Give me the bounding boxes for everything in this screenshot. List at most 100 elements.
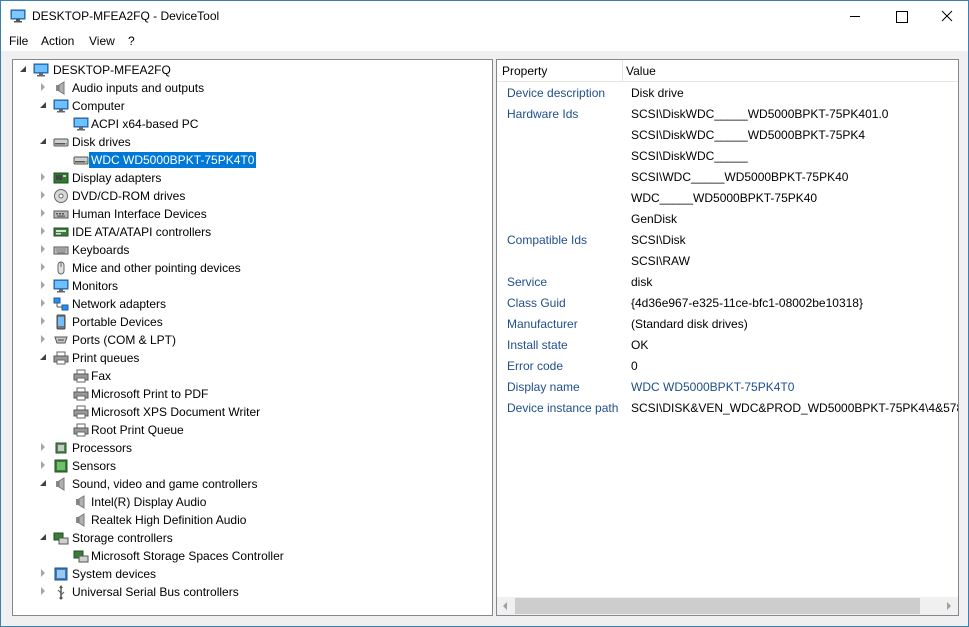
tree-node[interactable]: Microsoft Storage Spaces Controller	[13, 547, 492, 565]
property-row[interactable]: Error code 0	[497, 356, 958, 377]
tree-node[interactable]: Storage controllers	[13, 529, 492, 547]
tree-node[interactable]: Portable Devices	[13, 313, 492, 331]
tree-node[interactable]: Processors	[13, 439, 492, 457]
tree-node-label: Ports (COM & LPT)	[72, 333, 177, 347]
property-row[interactable]: SCSI\DiskWDC_____WD5000BPKT-75PK4	[497, 125, 958, 146]
printer-icon	[73, 404, 89, 420]
tree-node[interactable]: Disk drives	[13, 133, 492, 151]
scroll-left-arrow[interactable]	[497, 597, 514, 615]
property-row[interactable]: Display name WDC WD5000BPKT-75PK4T0	[497, 377, 958, 398]
expand-arrow-icon[interactable]	[39, 83, 48, 92]
tree-node[interactable]: Computer	[13, 97, 492, 115]
column-separator[interactable]	[622, 60, 623, 82]
expand-arrow-icon[interactable]	[39, 209, 48, 218]
property-row[interactable]: GenDisk	[497, 209, 958, 230]
tree-node[interactable]: Keyboards	[13, 241, 492, 259]
close-button[interactable]	[924, 1, 968, 31]
tree-node[interactable]: System devices	[13, 565, 492, 583]
collapse-arrow-icon[interactable]	[39, 137, 48, 146]
column-header-value[interactable]: Value	[626, 64, 656, 78]
system-device-icon	[53, 566, 69, 582]
device-tree[interactable]: DESKTOP-MFEA2FQ Audio inputs and outputs C…	[12, 59, 493, 616]
expand-arrow-icon[interactable]	[39, 335, 48, 344]
horizontal-scrollbar[interactable]	[497, 597, 958, 615]
tree-node[interactable]: Network adapters	[13, 295, 492, 313]
expand-arrow-icon[interactable]	[39, 173, 48, 182]
tree-node[interactable]: Ports (COM & LPT)	[13, 331, 492, 349]
tree-node[interactable]: Print queues	[13, 349, 492, 367]
collapse-arrow-icon[interactable]	[39, 533, 48, 542]
collapse-arrow-icon[interactable]	[39, 353, 48, 362]
property-row[interactable]: SCSI\RAW	[497, 251, 958, 272]
property-row[interactable]: SCSI\DiskWDC_____	[497, 146, 958, 167]
expand-arrow-icon[interactable]	[39, 263, 48, 272]
tree-node[interactable]: Fax	[13, 367, 492, 385]
hid-icon	[53, 206, 69, 222]
expand-arrow-icon[interactable]	[39, 227, 48, 236]
property-value: SCSI\WDC_____WD5000BPKT-75PK40	[631, 170, 849, 184]
printer-icon	[73, 368, 89, 384]
property-value: WDC WD5000BPKT-75PK4T0	[631, 380, 795, 394]
tree-node-label: Portable Devices	[72, 315, 163, 329]
expand-arrow-icon[interactable]	[39, 461, 48, 470]
expand-arrow-icon[interactable]	[39, 317, 48, 326]
scrollbar-thumb[interactable]	[515, 598, 920, 614]
tree-node[interactable]: DESKTOP-MFEA2FQ	[13, 61, 492, 79]
property-row[interactable]: Device instance path SCSI\DISK&VEN_WDC&PR…	[497, 398, 958, 419]
tree-node[interactable]: IDE ATA/ATAPI controllers	[13, 223, 492, 241]
tree-node[interactable]: ACPI x64-based PC	[13, 115, 492, 133]
property-row[interactable]: Device description Disk drive	[497, 83, 958, 104]
tree-node-label: Mice and other pointing devices	[72, 261, 241, 275]
tree-node[interactable]: Human Interface Devices	[13, 205, 492, 223]
expand-arrow-icon[interactable]	[39, 299, 48, 308]
maximize-button[interactable]	[878, 1, 924, 31]
scroll-right-arrow[interactable]	[941, 597, 958, 615]
property-row[interactable]: Manufacturer (Standard disk drives)	[497, 314, 958, 335]
collapse-arrow-icon[interactable]	[39, 101, 48, 110]
tree-node[interactable]: Audio inputs and outputs	[13, 79, 492, 97]
menu-view[interactable]: View	[89, 34, 115, 48]
property-row[interactable]: Class Guid {4d36e967-e325-11ce-bfc1-08002…	[497, 293, 958, 314]
collapse-arrow-icon[interactable]	[39, 479, 48, 488]
property-list[interactable]: Property Value Device description Disk dr…	[496, 59, 959, 616]
property-row[interactable]: Service disk	[497, 272, 958, 293]
menu-file[interactable]: File	[9, 34, 28, 48]
tree-node[interactable]: Sensors	[13, 457, 492, 475]
title-bar[interactable]: DESKTOP-MFEA2FQ - DeviceTool	[1, 1, 968, 31]
expand-arrow-icon[interactable]	[39, 281, 48, 290]
expand-arrow-icon[interactable]	[39, 245, 48, 254]
collapse-arrow-icon[interactable]	[19, 65, 28, 74]
property-row[interactable]: Compatible Ids SCSI\Disk	[497, 230, 958, 251]
tree-node[interactable]: Monitors	[13, 277, 492, 295]
expand-arrow-icon[interactable]	[39, 587, 48, 596]
column-header-property[interactable]: Property	[502, 64, 547, 78]
tree-node-label: Monitors	[72, 279, 119, 293]
tree-node[interactable]: Microsoft Print to PDF	[13, 385, 492, 403]
tree-node[interactable]: Realtek High Definition Audio	[13, 511, 492, 529]
tree-node[interactable]: Intel(R) Display Audio	[13, 493, 492, 511]
display-adapter-icon	[53, 170, 69, 186]
property-row[interactable]: WDC_____WD5000BPKT-75PK40	[497, 188, 958, 209]
minimize-button[interactable]	[832, 1, 878, 31]
tree-node[interactable]: Mice and other pointing devices	[13, 259, 492, 277]
tree-node[interactable]: Sound, video and game controllers	[13, 475, 492, 493]
menu-help[interactable]: ?	[128, 34, 135, 48]
tree-node[interactable]: Root Print Queue	[13, 421, 492, 439]
tree-node[interactable]: WDC WD5000BPKT-75PK4T0	[13, 151, 492, 169]
tree-node-label: Keyboards	[72, 243, 130, 257]
property-value: SCSI\DiskWDC_____WD5000BPKT-75PK401.0	[631, 107, 889, 121]
property-row[interactable]: Install state OK	[497, 335, 958, 356]
expand-arrow-icon[interactable]	[39, 443, 48, 452]
property-row[interactable]: Hardware Ids SCSI\DiskWDC_____WD5000BPKT-…	[497, 104, 958, 125]
tree-node[interactable]: DVD/CD-ROM drives	[13, 187, 492, 205]
usb-icon	[53, 584, 69, 600]
expand-arrow-icon[interactable]	[39, 569, 48, 578]
expand-arrow-icon[interactable]	[39, 191, 48, 200]
tree-node-label: Network adapters	[72, 297, 167, 311]
tree-node-label: Realtek High Definition Audio	[91, 513, 247, 527]
menu-action[interactable]: Action	[41, 34, 74, 48]
tree-node[interactable]: Microsoft XPS Document Writer	[13, 403, 492, 421]
property-row[interactable]: SCSI\WDC_____WD5000BPKT-75PK40	[497, 167, 958, 188]
tree-node[interactable]: Display adapters	[13, 169, 492, 187]
tree-node[interactable]: Universal Serial Bus controllers	[13, 583, 492, 601]
